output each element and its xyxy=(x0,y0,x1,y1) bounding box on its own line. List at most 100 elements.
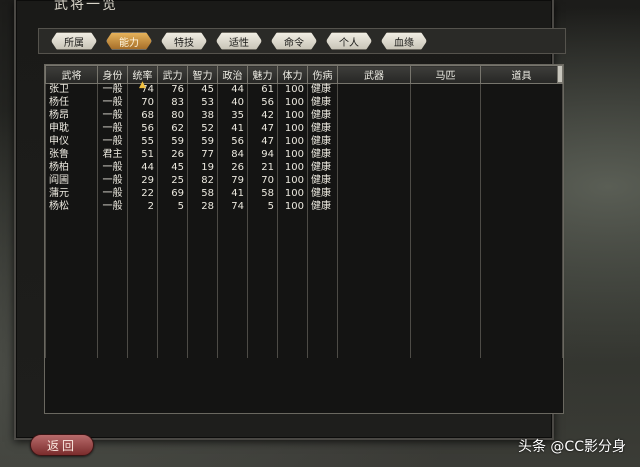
table-cell: 59 xyxy=(187,135,218,149)
table-cell: 健康 xyxy=(307,83,338,97)
table-cell: 74 xyxy=(217,200,248,214)
table-cell xyxy=(217,249,248,262)
table-cell xyxy=(187,333,218,346)
table-cell: 79 xyxy=(217,174,248,188)
watermark-text: 头条 @CC影分身 xyxy=(517,439,626,455)
table-cell xyxy=(480,135,563,149)
column-header[interactable]: 体力 xyxy=(277,65,308,84)
table-cell xyxy=(157,237,188,250)
tab-5[interactable]: 个人 xyxy=(326,32,372,50)
table-row[interactable]: 阎圃 一般 29 25 82 79 70 100 健康 xyxy=(45,174,563,188)
tab-3[interactable]: 适性 xyxy=(216,32,262,50)
table-cell xyxy=(45,249,98,262)
table-cell: 100 xyxy=(277,148,308,162)
table-cell: 94 xyxy=(247,148,278,162)
column-header[interactable]: 马匹 xyxy=(410,65,481,84)
table-row[interactable]: 申仪 一般 55 59 59 56 47 100 健康 xyxy=(45,135,563,149)
column-header[interactable]: 魅力 xyxy=(247,65,278,84)
table-cell xyxy=(217,237,248,250)
column-header[interactable]: 政治 xyxy=(217,65,248,84)
table-row[interactable]: 杨松 一般 2 5 28 74 5 100 健康 xyxy=(45,200,563,214)
table-cell: 22 xyxy=(127,187,158,201)
table-cell: 100 xyxy=(277,200,308,214)
tab-1[interactable]: 能力 xyxy=(106,32,152,50)
table-cell xyxy=(217,309,248,322)
table-cell xyxy=(337,83,411,97)
table-cell xyxy=(97,345,128,358)
table-row[interactable]: 张卫 一般 74 76 45 44 61 100 健康 xyxy=(45,83,563,97)
table-cell xyxy=(480,122,563,136)
table-cell xyxy=(480,225,563,238)
table-cell xyxy=(337,135,411,149)
table-cell xyxy=(97,273,128,286)
column-header[interactable]: 武器 xyxy=(337,65,411,84)
column-header[interactable]: 武将 xyxy=(45,65,98,84)
table-cell xyxy=(45,225,98,238)
table-row[interactable]: 申耽 一般 56 62 52 41 47 100 健康 xyxy=(45,122,563,136)
table-cell xyxy=(247,309,278,322)
column-header[interactable]: 智力 xyxy=(187,65,218,84)
empty-row xyxy=(45,237,563,250)
scrollbar[interactable] xyxy=(557,65,563,83)
table-cell xyxy=(410,135,481,149)
window-title: 武将一览 xyxy=(54,0,118,13)
table-cell xyxy=(217,345,248,358)
table-cell xyxy=(157,309,188,322)
table-cell xyxy=(480,261,563,274)
table-row[interactable]: 蒲元 一般 22 69 58 41 58 100 健康 xyxy=(45,187,563,201)
tab-4[interactable]: 命令 xyxy=(271,32,317,50)
table-cell xyxy=(187,285,218,298)
table-cell: 100 xyxy=(277,174,308,188)
column-header[interactable]: 身份 xyxy=(97,65,128,84)
table-cell xyxy=(247,237,278,250)
table-cell xyxy=(480,249,563,262)
table-cell xyxy=(480,109,563,123)
table-cell: 44 xyxy=(217,83,248,97)
table-cell xyxy=(247,321,278,334)
tab-6[interactable]: 血缘 xyxy=(381,32,427,50)
table-cell: 健康 xyxy=(307,148,338,162)
table-cell xyxy=(45,297,98,310)
table-cell xyxy=(410,187,481,201)
table-cell xyxy=(217,213,248,226)
empty-row xyxy=(45,345,563,358)
table-cell xyxy=(217,333,248,346)
table-cell xyxy=(337,249,411,262)
table-cell xyxy=(337,187,411,201)
table-row[interactable]: 杨任 一般 70 83 53 40 56 100 健康 xyxy=(45,96,563,110)
table-cell: 76 xyxy=(157,83,188,97)
table-cell: 100 xyxy=(277,161,308,175)
table-row[interactable]: 杨柏 一般 44 45 19 26 21 100 健康 xyxy=(45,161,563,175)
table-cell xyxy=(480,333,563,346)
table-cell xyxy=(127,237,158,250)
tab-2[interactable]: 特技 xyxy=(161,32,207,50)
table-row[interactable]: 杨昂 一般 68 80 38 35 42 100 健康 xyxy=(45,109,563,123)
table-cell xyxy=(410,285,481,298)
table-cell: 一般 xyxy=(97,122,128,136)
back-button[interactable]: 返回 xyxy=(30,434,94,456)
table-cell xyxy=(127,297,158,310)
table-cell xyxy=(45,273,98,286)
empty-row xyxy=(45,213,563,226)
table-cell xyxy=(127,213,158,226)
table-cell xyxy=(97,261,128,274)
table-cell: 82 xyxy=(187,174,218,188)
table-cell: 47 xyxy=(247,122,278,136)
table-row[interactable]: 张鲁 君主 51 26 77 84 94 100 健康 xyxy=(45,148,563,162)
table-cell: 51 xyxy=(127,148,158,162)
table-cell xyxy=(277,213,308,226)
table-cell xyxy=(45,237,98,250)
table-cell: 一般 xyxy=(97,200,128,214)
column-header[interactable]: 武力 xyxy=(157,65,188,84)
table-cell xyxy=(277,309,308,322)
table-cell: 38 xyxy=(187,109,218,123)
table-cell xyxy=(97,321,128,334)
column-header[interactable]: 伤病 xyxy=(307,65,338,84)
table-cell xyxy=(410,148,481,162)
table-cell: 杨任 xyxy=(45,96,98,110)
column-header[interactable]: 道具 xyxy=(480,65,563,84)
tab-0[interactable]: 所属 xyxy=(51,32,97,50)
empty-row xyxy=(45,297,563,310)
table-cell: 84 xyxy=(217,148,248,162)
table-cell xyxy=(187,249,218,262)
